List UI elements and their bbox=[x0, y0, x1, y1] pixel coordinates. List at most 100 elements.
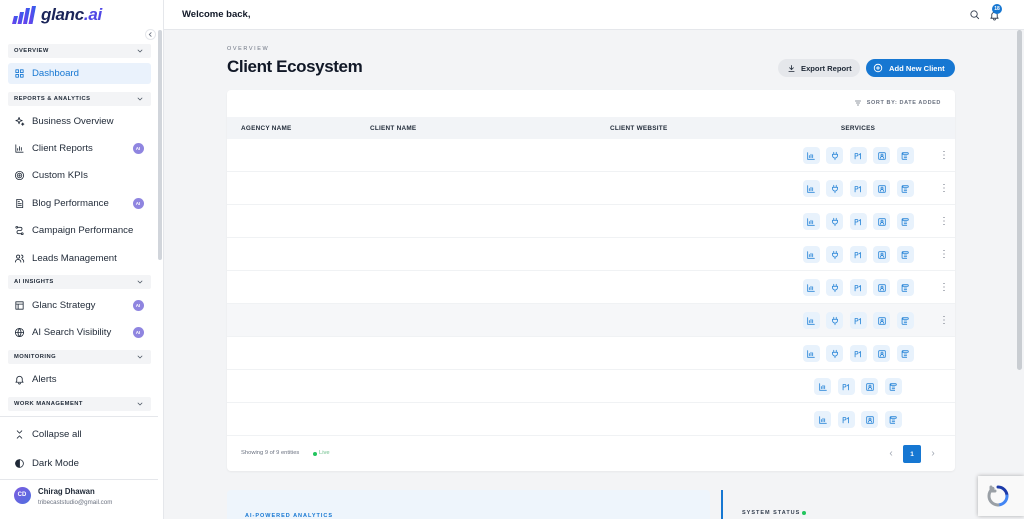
service-button[interactable] bbox=[873, 213, 890, 230]
service-button[interactable] bbox=[826, 147, 843, 164]
service-button[interactable] bbox=[802, 246, 820, 263]
row-menu-icon[interactable]: ⋮ bbox=[939, 246, 949, 263]
sidebar-item-business-overview[interactable]: Business Overview bbox=[8, 109, 151, 133]
service-button[interactable] bbox=[849, 180, 867, 197]
column-header-website[interactable]: CLIENT WEBSITE bbox=[610, 125, 667, 132]
service-button[interactable] bbox=[873, 345, 890, 362]
user-name: Chirag Dhawan bbox=[38, 487, 95, 496]
globe-icon bbox=[14, 327, 25, 337]
service-button[interactable] bbox=[849, 279, 867, 296]
sidebar-item-glanc-strategy[interactable]: Glanc Strategy AI bbox=[8, 293, 151, 317]
services-cell bbox=[785, 246, 931, 263]
service-button[interactable] bbox=[814, 411, 832, 428]
service-button[interactable] bbox=[849, 147, 867, 164]
service-button[interactable] bbox=[873, 312, 890, 329]
column-header-agency[interactable]: AGENCY NAME bbox=[241, 125, 292, 132]
sidebar-item-blog-performance[interactable]: Blog Performance AI bbox=[8, 191, 151, 215]
sidebar-scrollbar[interactable] bbox=[158, 30, 162, 260]
table-row[interactable]: ⋮ bbox=[227, 205, 955, 238]
service-button[interactable] bbox=[826, 312, 843, 329]
sidebar-item-campaign-performance[interactable]: Campaign Performance bbox=[8, 218, 151, 242]
sidebar-item-alerts[interactable]: Alerts bbox=[8, 367, 151, 391]
service-button[interactable] bbox=[873, 279, 890, 296]
dark-mode-toggle[interactable]: Dark Mode bbox=[8, 451, 151, 475]
collapse-all-button[interactable]: Collapse all bbox=[8, 422, 151, 446]
service-button[interactable] bbox=[802, 312, 820, 329]
row-menu-icon[interactable]: ⋮ bbox=[939, 312, 949, 329]
section-overview[interactable]: OVERVIEW bbox=[8, 44, 151, 58]
service-button[interactable] bbox=[861, 378, 879, 395]
service-button[interactable] bbox=[884, 411, 902, 428]
table-row[interactable]: ⋮ bbox=[227, 238, 955, 271]
sidebar-item-leads-management[interactable]: Leads Management bbox=[8, 246, 151, 270]
service-button[interactable] bbox=[802, 147, 820, 164]
ranking-icon bbox=[854, 350, 861, 357]
export-report-button[interactable]: Export Report bbox=[778, 59, 860, 77]
table-row[interactable]: ⋮ bbox=[227, 139, 955, 172]
service-button[interactable] bbox=[873, 147, 890, 164]
profile-card-icon bbox=[877, 250, 886, 259]
table-row[interactable] bbox=[227, 337, 955, 370]
main-scrollbar[interactable] bbox=[1017, 30, 1022, 370]
service-button[interactable] bbox=[873, 180, 890, 197]
column-header-client[interactable]: CLIENT NAME bbox=[370, 125, 416, 132]
service-button[interactable] bbox=[826, 345, 843, 362]
service-button[interactable] bbox=[837, 378, 855, 395]
table-row[interactable]: ⋮ bbox=[227, 271, 955, 304]
service-button[interactable] bbox=[837, 411, 855, 428]
service-button[interactable] bbox=[849, 246, 867, 263]
service-button[interactable] bbox=[826, 246, 843, 263]
service-button[interactable] bbox=[849, 213, 867, 230]
table-row[interactable] bbox=[227, 370, 955, 403]
services-cell bbox=[785, 180, 931, 197]
table-row[interactable]: ⋮ bbox=[227, 304, 955, 337]
section-ai-insights[interactable]: AI INSIGHTS bbox=[8, 275, 151, 289]
service-button[interactable] bbox=[896, 213, 914, 230]
service-button[interactable] bbox=[826, 180, 843, 197]
service-button[interactable] bbox=[814, 378, 832, 395]
service-button[interactable] bbox=[896, 246, 914, 263]
service-button[interactable] bbox=[849, 345, 867, 362]
service-button[interactable] bbox=[873, 246, 890, 263]
service-button[interactable] bbox=[802, 180, 820, 197]
avatar[interactable]: CD bbox=[13, 486, 31, 504]
table-row[interactable] bbox=[227, 403, 955, 436]
add-new-client-button[interactable]: Add New Client bbox=[866, 59, 955, 77]
service-button[interactable] bbox=[802, 345, 820, 362]
service-button[interactable] bbox=[826, 213, 843, 230]
service-button[interactable] bbox=[896, 312, 914, 329]
sidebar-item-custom-kpis[interactable]: Custom KPIs bbox=[8, 163, 151, 187]
section-reports-analytics[interactable]: REPORTS & ANALYTICS bbox=[8, 92, 151, 106]
sort-control[interactable]: SORT BY: DATE ADDED bbox=[854, 99, 941, 107]
service-button[interactable] bbox=[802, 213, 820, 230]
page-button-current[interactable]: 1 bbox=[903, 445, 921, 463]
sidebar-item-client-reports[interactable]: Client Reports AI bbox=[8, 136, 151, 160]
service-button[interactable] bbox=[896, 345, 914, 362]
page-title: Client Ecosystem bbox=[227, 57, 363, 76]
service-button[interactable] bbox=[896, 180, 914, 197]
logo[interactable]: glanc.ai bbox=[12, 5, 102, 25]
service-button[interactable] bbox=[884, 378, 902, 395]
row-menu-icon[interactable]: ⋮ bbox=[939, 147, 949, 164]
column-header-services[interactable]: SERVICES bbox=[785, 125, 931, 132]
search-icon[interactable] bbox=[969, 9, 980, 20]
collapse-sidebar-button[interactable] bbox=[145, 29, 156, 40]
ranking-icon bbox=[842, 416, 850, 423]
service-button[interactable] bbox=[896, 279, 914, 296]
service-button[interactable] bbox=[802, 279, 820, 296]
service-button[interactable] bbox=[826, 279, 843, 296]
sidebar-item-ai-search-visibility[interactable]: AI Search Visibility AI bbox=[8, 320, 151, 344]
row-menu-icon[interactable]: ⋮ bbox=[939, 279, 949, 296]
next-page-button[interactable]: › bbox=[928, 445, 938, 463]
service-button[interactable] bbox=[861, 411, 879, 428]
row-menu-icon[interactable]: ⋮ bbox=[939, 213, 949, 230]
table-row[interactable]: ⋮ bbox=[227, 172, 955, 205]
previous-page-button[interactable]: ‹ bbox=[886, 445, 896, 463]
section-monitoring[interactable]: MONITORING bbox=[8, 350, 151, 364]
service-button[interactable] bbox=[849, 312, 867, 329]
recaptcha-badge[interactable] bbox=[978, 476, 1024, 516]
row-menu-icon[interactable]: ⋮ bbox=[939, 180, 949, 197]
section-work-management[interactable]: WORK MANAGEMENT bbox=[8, 397, 151, 411]
service-button[interactable] bbox=[896, 147, 914, 164]
sidebar-item-dashboard[interactable]: Dashboard bbox=[8, 63, 151, 84]
